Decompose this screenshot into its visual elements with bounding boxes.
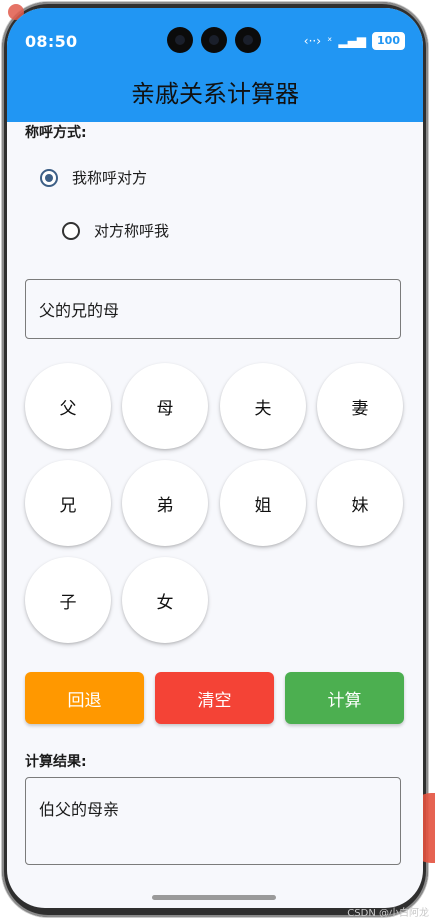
result-value: 伯父的母亲 (39, 800, 120, 819)
no-signal-icon: ˣ (327, 34, 333, 48)
camera-icon (167, 27, 193, 53)
calculate-button-label: 计算 (327, 690, 362, 711)
radio-label: 对方称呼我 (94, 222, 170, 240)
result-label: 计算结果: (25, 754, 87, 770)
watermark: CSDN @小白阿龙 (347, 908, 429, 919)
main-content: 称呼方式: 我称呼对方 对方称呼我 父的兄的母 父 母 夫 妻 兄 弟 姐 妹 … (7, 122, 423, 908)
radio-label: 我称呼对方 (72, 169, 148, 187)
key-label: 子 (59, 592, 77, 613)
key-label: 夫 (254, 398, 272, 419)
relation-input-value: 父的兄的母 (39, 301, 120, 320)
status-bar: 08:50 ‹··› ˣ ▂▄▆ 100 (7, 8, 423, 60)
back-button-label: 回退 (67, 690, 102, 711)
battery-indicator: 100 (372, 32, 405, 50)
link-icon: ‹··› (303, 34, 322, 48)
key-younger-brother[interactable]: 弟 (122, 460, 208, 546)
camera-icon (201, 27, 227, 53)
key-label: 弟 (156, 495, 174, 516)
mode-label: 称呼方式: (25, 125, 87, 141)
calculate-button[interactable]: 计算 (285, 672, 404, 724)
radio-selected-icon[interactable] (40, 168, 58, 187)
home-indicator[interactable] (152, 895, 276, 900)
key-label: 妻 (351, 398, 369, 419)
result-output: 伯父的母亲 (25, 777, 401, 865)
key-younger-sister[interactable]: 妹 (317, 460, 403, 546)
camera-cutout (167, 27, 261, 53)
key-label: 兄 (59, 495, 77, 516)
app-bar: 亲戚关系计算器 (7, 60, 423, 122)
key-label: 母 (156, 398, 174, 419)
app-screen: 08:50 ‹··› ˣ ▂▄▆ 100 亲戚关系计算器 称呼方式: 我称呼对方… (7, 8, 423, 908)
camera-icon (235, 27, 261, 53)
clear-button[interactable]: 清空 (155, 672, 274, 724)
signal-icon: ▂▄▆ (338, 34, 367, 48)
radio-option-i-call[interactable]: 我称呼对方 (40, 167, 147, 188)
key-label: 女 (156, 592, 174, 613)
key-label: 妹 (351, 495, 369, 516)
relation-input[interactable]: 父的兄的母 (25, 279, 401, 339)
key-son[interactable]: 子 (25, 557, 111, 643)
status-icons: ‹··› ˣ ▂▄▆ 100 (304, 32, 405, 50)
radio-option-they-call[interactable]: 对方称呼我 (62, 220, 169, 241)
page-title: 亲戚关系计算器 (131, 79, 299, 108)
radio-unselected-icon[interactable] (62, 221, 80, 240)
key-elder-sister[interactable]: 姐 (220, 460, 306, 546)
key-elder-brother[interactable]: 兄 (25, 460, 111, 546)
key-father[interactable]: 父 (25, 363, 111, 449)
key-wife[interactable]: 妻 (317, 363, 403, 449)
key-daughter[interactable]: 女 (122, 557, 208, 643)
clear-button-label: 清空 (197, 690, 232, 711)
back-button[interactable]: 回退 (25, 672, 144, 724)
key-label: 父 (59, 398, 77, 419)
key-husband[interactable]: 夫 (220, 363, 306, 449)
status-time: 08:50 (25, 32, 78, 51)
key-label: 姐 (254, 495, 272, 516)
key-mother[interactable]: 母 (122, 363, 208, 449)
